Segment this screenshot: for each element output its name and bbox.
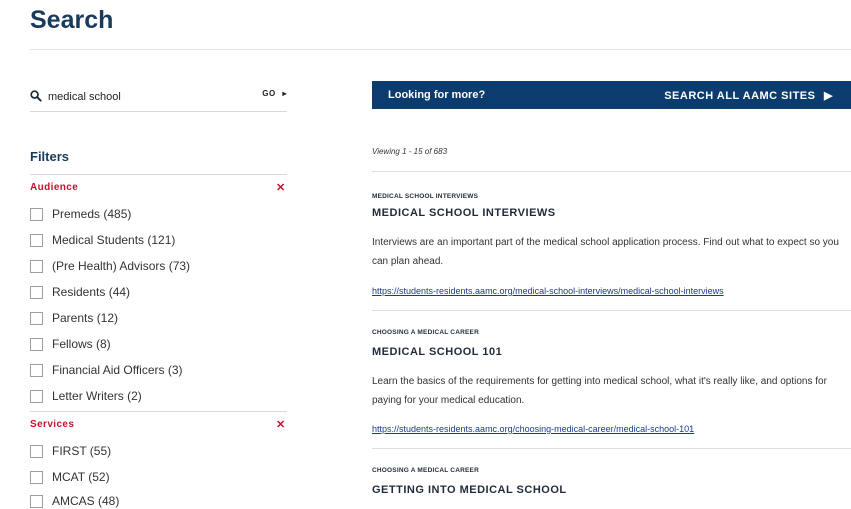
divider <box>372 171 851 172</box>
search-all-banner: Looking for more? SEARCH ALL AAMC SITES … <box>372 81 851 109</box>
filter-option[interactable]: Medical Students (121) <box>30 232 175 248</box>
checkbox[interactable] <box>30 207 43 221</box>
filter-option[interactable]: Parents (12) <box>30 310 118 326</box>
divider <box>30 49 851 50</box>
filter-option-label: (Pre Health) Advisors (73) <box>52 259 191 273</box>
filter-option-label: Premeds (485) <box>52 207 132 221</box>
go-button-label: GO <box>262 89 276 98</box>
filter-option-label: Parents (12) <box>52 311 119 325</box>
search-all-sites-label: SEARCH ALL AAMC SITES <box>664 90 816 102</box>
filter-option-label: MCAT (52) <box>52 470 110 484</box>
result-category: MEDICAL SCHOOL INTERVIEWS <box>372 193 479 200</box>
search-box: GO ▸ <box>30 87 287 112</box>
result-category: CHOOSING A MEDICAL CAREER <box>372 329 479 336</box>
page-title: Search <box>30 6 114 34</box>
checkbox[interactable] <box>30 337 43 351</box>
filter-option[interactable]: Letter Writers (2) <box>30 388 142 404</box>
result-description: Learn the basics of the requirements for… <box>372 376 827 406</box>
filter-option-label: Residents (44) <box>52 285 131 299</box>
filter-option-label: Financial Aid Officers (3) <box>52 363 183 377</box>
filter-option-label: Fellows (8) <box>52 337 111 351</box>
checkbox[interactable] <box>30 494 43 508</box>
checkbox[interactable] <box>30 363 43 377</box>
checkbox[interactable] <box>30 259 43 273</box>
result-url-link[interactable]: https://students-residents.aamc.org/medi… <box>372 286 724 296</box>
filter-option-label: FIRST (55) <box>52 444 112 458</box>
checkbox[interactable] <box>30 444 43 458</box>
result-category: CHOOSING A MEDICAL CAREER <box>372 467 479 474</box>
banner-text: Looking for more? <box>388 89 486 101</box>
caret-right-icon: ▸ <box>282 89 287 98</box>
checkbox[interactable] <box>30 389 43 403</box>
filter-option-label: Letter Writers (2) <box>52 389 142 403</box>
filter-option[interactable]: Residents (44) <box>30 284 130 300</box>
search-icon <box>30 90 42 102</box>
filter-option[interactable]: Financial Aid Officers (3) <box>30 362 183 378</box>
filter-option[interactable]: (Pre Health) Advisors (73) <box>30 258 190 274</box>
result-title-link[interactable]: MEDICAL SCHOOL 101 <box>372 346 502 358</box>
divider <box>372 448 851 449</box>
result-description: Interviews are an important part of the … <box>372 237 839 267</box>
close-icon[interactable]: ✕ <box>276 181 285 194</box>
result-title-link[interactable]: GETTING INTO MEDICAL SCHOOL <box>372 484 567 496</box>
filter-group-audience-title: Audience <box>30 182 79 193</box>
divider <box>372 310 851 311</box>
filter-option[interactable]: Premeds (485) <box>30 206 131 222</box>
filter-option[interactable]: MCAT (52) <box>30 469 110 485</box>
filter-option[interactable]: Fellows (8) <box>30 336 111 352</box>
filter-option[interactable]: AMCAS (48) <box>30 493 119 509</box>
result-title-link[interactable]: MEDICAL SCHOOL INTERVIEWS <box>372 207 556 219</box>
divider <box>30 411 287 412</box>
go-button[interactable]: GO ▸ <box>262 89 287 98</box>
caret-right-icon: ▶ <box>824 90 833 102</box>
result-url-link[interactable]: https://students-residents.aamc.org/choo… <box>372 424 694 434</box>
search-all-sites-link[interactable]: SEARCH ALL AAMC SITES ▶ <box>664 89 833 102</box>
filter-option-label: AMCAS (48) <box>52 494 120 508</box>
checkbox[interactable] <box>30 233 43 247</box>
filter-group-services-title: Services <box>30 419 75 430</box>
close-icon[interactable]: ✕ <box>276 418 285 431</box>
checkbox[interactable] <box>30 470 43 484</box>
filter-option-label: Medical Students (121) <box>52 233 176 247</box>
search-input[interactable] <box>48 87 238 107</box>
results-count: Viewing 1 - 15 of 683 <box>372 147 448 156</box>
divider <box>30 174 287 175</box>
filters-title: Filters <box>30 149 70 164</box>
checkbox[interactable] <box>30 311 43 325</box>
checkbox[interactable] <box>30 285 43 299</box>
filter-option[interactable]: FIRST (55) <box>30 443 111 459</box>
